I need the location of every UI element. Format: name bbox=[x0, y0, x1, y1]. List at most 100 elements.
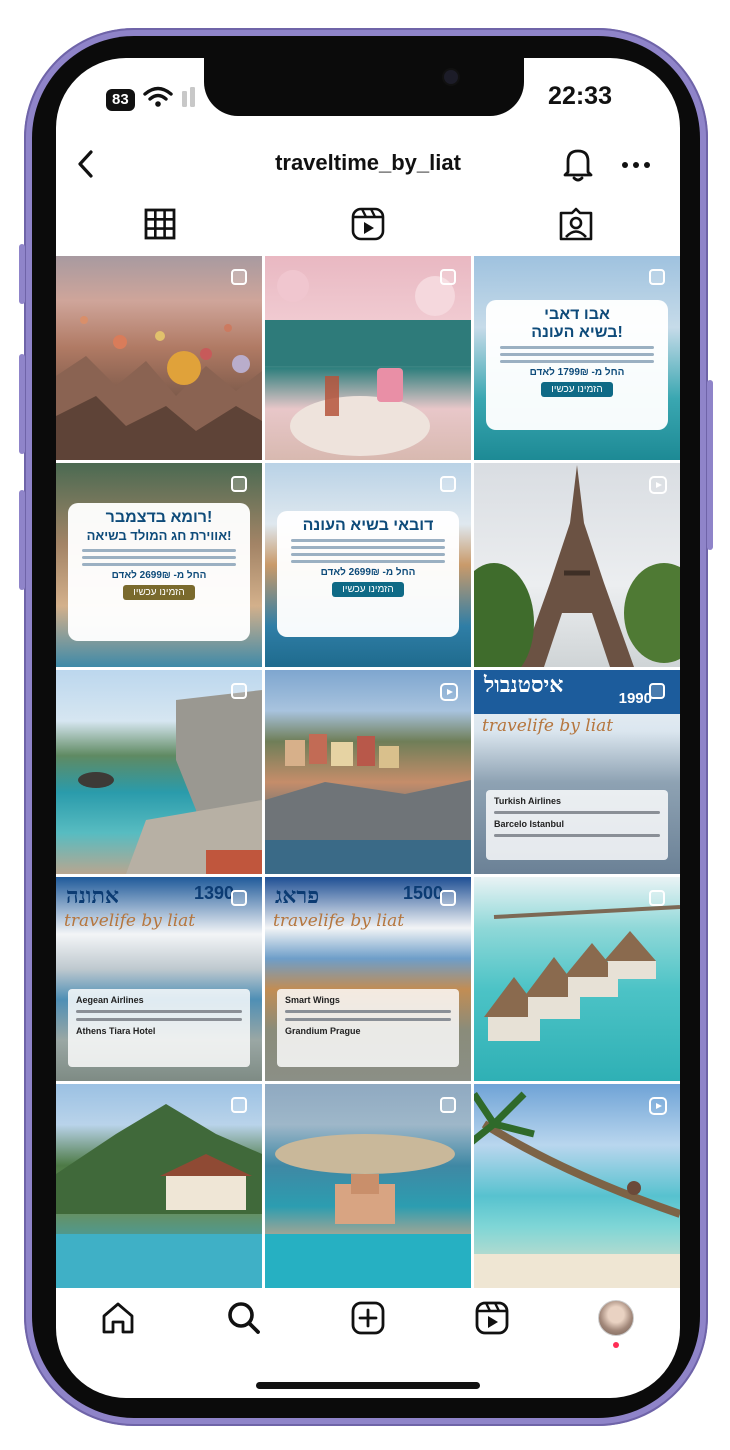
carousel-icon bbox=[230, 475, 250, 495]
post-tile-palm-island[interactable] bbox=[265, 1084, 471, 1288]
offer-airline: Smart Wings bbox=[285, 995, 340, 1005]
carousel-icon bbox=[648, 268, 668, 288]
offer-detail-line bbox=[291, 539, 445, 542]
post-tile-cinque-terre[interactable] bbox=[265, 670, 471, 874]
offer-detail-line bbox=[291, 546, 445, 549]
offer-detail-line bbox=[291, 553, 445, 556]
screen: 83 22:33 traveltime_by_liat אבו דאבי בשי… bbox=[56, 58, 680, 1398]
nav-reels[interactable] bbox=[472, 1298, 512, 1338]
offer-title-line2: בשיא העונה! bbox=[531, 324, 623, 341]
post-tile-dubai[interactable]: דובאי בשיא העונה החל מ- 2699₪ לאדם הזמינ… bbox=[265, 463, 471, 667]
carousel-icon bbox=[230, 682, 250, 702]
profile-header: traveltime_by_liat bbox=[56, 140, 680, 190]
offer-book-button: הזמינו עכשיו bbox=[541, 382, 613, 397]
profile-tabs bbox=[56, 204, 680, 250]
notch bbox=[204, 58, 524, 116]
offer-card: אבו דאבי בשיא העונה! החל מ- 1799₪ לאדם ה… bbox=[486, 300, 668, 430]
offer-detail-line bbox=[494, 811, 660, 814]
offer-detail-line bbox=[285, 1010, 451, 1013]
offer-detail-line bbox=[500, 346, 654, 349]
post-tile-abu-dhabi[interactable]: אבו דאבי בשיא העונה! החל מ- 1799₪ לאדם ה… bbox=[474, 256, 680, 460]
search-icon bbox=[228, 1302, 260, 1334]
post-tile-istanbul[interactable]: איסטנבול travelife by liat 1990 Turkish … bbox=[474, 670, 680, 874]
carousel-icon bbox=[648, 682, 668, 702]
offer-details-box: Turkish Airlines Barcelo Istanbul bbox=[486, 790, 668, 860]
tab-reels[interactable] bbox=[348, 204, 388, 244]
offer-detail-line bbox=[76, 1018, 242, 1021]
offer-detail-line bbox=[500, 353, 654, 356]
carousel-icon bbox=[230, 1096, 250, 1116]
brand-script: travelife by liat bbox=[482, 716, 614, 736]
offer-hotel: Athens Tiara Hotel bbox=[76, 1026, 156, 1036]
offer-book-button: הזמינו עכשיו bbox=[332, 582, 404, 597]
offer-title-line1: רומא בדצמבר! bbox=[105, 509, 213, 526]
tab-tagged[interactable] bbox=[556, 204, 596, 244]
reels-icon bbox=[351, 207, 385, 241]
side-button-action bbox=[19, 244, 25, 304]
offer-airline: Aegean Airlines bbox=[76, 995, 144, 1005]
offer-title-line1: דובאי בשיא העונה bbox=[302, 517, 434, 534]
more-horizontal-icon[interactable] bbox=[616, 150, 656, 180]
camera-icon bbox=[444, 70, 458, 84]
offer-card: רומא בדצמבר! אווירת חג המולד בשיאה! החל … bbox=[68, 503, 250, 641]
offer-hotel: Grandium Prague bbox=[285, 1026, 361, 1036]
post-tile-maldives[interactable] bbox=[474, 877, 680, 1081]
post-tile-coast[interactable] bbox=[56, 670, 262, 874]
offer-details-box: Smart Wings Grandium Prague bbox=[277, 989, 459, 1067]
grid-icon bbox=[144, 208, 176, 240]
carousel-icon bbox=[230, 268, 250, 288]
tab-grid[interactable] bbox=[140, 204, 180, 244]
plus-square-icon bbox=[351, 1301, 385, 1335]
carousel-icon bbox=[439, 475, 459, 495]
brand-script: travelife by liat bbox=[64, 911, 196, 931]
destination-title: פראג bbox=[275, 883, 320, 909]
bell-icon[interactable] bbox=[560, 144, 596, 184]
nav-search[interactable] bbox=[224, 1298, 264, 1338]
offer-detail-line bbox=[82, 549, 236, 552]
offer-detail-line bbox=[82, 556, 236, 559]
profile-avatar[interactable] bbox=[598, 1300, 634, 1336]
wifi-icon bbox=[142, 86, 173, 113]
side-button-volume-down bbox=[19, 490, 25, 590]
offer-airline: Turkish Airlines bbox=[494, 796, 562, 806]
offer-details-box: Aegean Airlines Athens Tiara Hotel bbox=[68, 989, 250, 1067]
offer-title-line1: אבו דאבי bbox=[544, 306, 610, 323]
post-tile-flower-cafe[interactable] bbox=[265, 256, 471, 460]
destination-price: 1500 bbox=[402, 883, 443, 903]
offer-card: דובאי בשיא העונה החל מ- 2699₪ לאדם הזמינ… bbox=[277, 511, 459, 637]
status-time: 22:33 bbox=[548, 82, 612, 110]
post-tile-mountain-resort[interactable] bbox=[56, 1084, 262, 1288]
offer-detail-line bbox=[285, 1018, 451, 1021]
reels-icon bbox=[439, 682, 459, 702]
status-left: 83 bbox=[106, 86, 197, 113]
offer-price: החל מ- 2699₪ לאדם bbox=[111, 570, 207, 581]
post-tile-palm-beach[interactable] bbox=[474, 1084, 680, 1288]
nav-create[interactable] bbox=[348, 1298, 388, 1338]
offer-detail-line bbox=[76, 1010, 242, 1013]
carousel-icon bbox=[439, 889, 459, 909]
destination-price: 1990 bbox=[618, 690, 652, 707]
post-tile-rome[interactable]: רומא בדצמבר! אווירת חג המולד בשיאה! החל … bbox=[56, 463, 262, 667]
home-indicator[interactable] bbox=[256, 1382, 480, 1389]
offer-detail-line bbox=[494, 834, 660, 837]
offer-detail-line bbox=[500, 360, 654, 363]
destination-title: איסטנבול bbox=[484, 672, 564, 698]
offer-book-button: הזמינו עכשיו bbox=[123, 585, 195, 600]
carousel-icon bbox=[230, 889, 250, 909]
post-tile-balloons[interactable] bbox=[56, 256, 262, 460]
post-tile-prague[interactable]: פראג travelife by liat 1500 Smart Wings … bbox=[265, 877, 471, 1081]
offer-title-line2: אווירת חג המולד בשיאה! bbox=[86, 528, 232, 543]
brand-script: travelife by liat bbox=[273, 911, 405, 931]
nav-home[interactable] bbox=[98, 1298, 138, 1338]
post-tile-athens[interactable]: אתונה travelife by liat 1390 Aegean Airl… bbox=[56, 877, 262, 1081]
carousel-icon bbox=[439, 268, 459, 288]
offer-detail-line bbox=[82, 563, 236, 566]
post-tile-eiffel[interactable] bbox=[474, 463, 680, 667]
posts-grid: אבו דאבי בשיא העונה! החל מ- 1799₪ לאדם ה… bbox=[56, 256, 680, 1288]
carousel-icon bbox=[648, 889, 668, 909]
destination-price: 1390 bbox=[193, 883, 234, 903]
side-button-volume-up bbox=[19, 354, 25, 454]
notification-dot bbox=[613, 1342, 619, 1348]
home-icon bbox=[102, 1302, 134, 1334]
offer-detail-line bbox=[291, 560, 445, 563]
